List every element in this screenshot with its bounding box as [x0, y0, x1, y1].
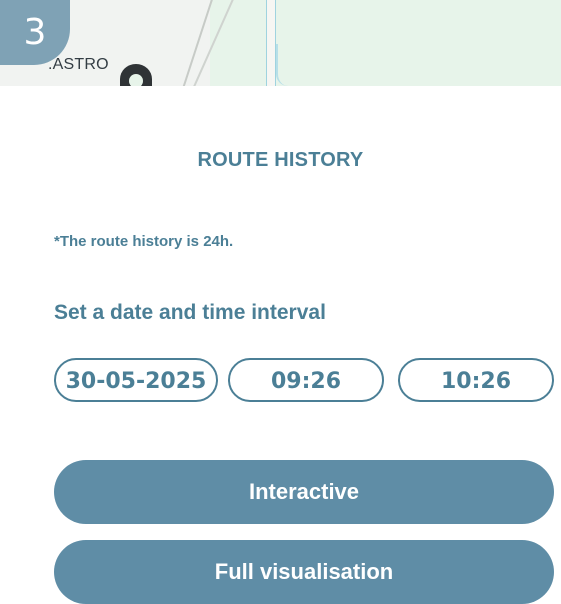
end-time-field[interactable]: 10:26: [398, 358, 554, 402]
route-history-note: *The route history is 24h.: [54, 233, 234, 250]
date-time-interval-heading: Set a date and time interval: [54, 301, 326, 324]
map-preview[interactable]: .ASTRO: [0, 0, 561, 86]
page-title: ROUTE HISTORY: [197, 149, 364, 171]
start-time-field[interactable]: 09:26: [228, 358, 384, 402]
map-road-curve: [276, 44, 296, 86]
full-visualisation-button[interactable]: Full visualisation: [54, 540, 554, 604]
date-picker-field[interactable]: 30-05-2025: [54, 358, 218, 402]
map-road: [266, 0, 276, 86]
map-place-label: .ASTRO: [48, 56, 109, 73]
interactive-button[interactable]: Interactive: [54, 460, 554, 524]
map-pin-icon: [120, 64, 152, 86]
